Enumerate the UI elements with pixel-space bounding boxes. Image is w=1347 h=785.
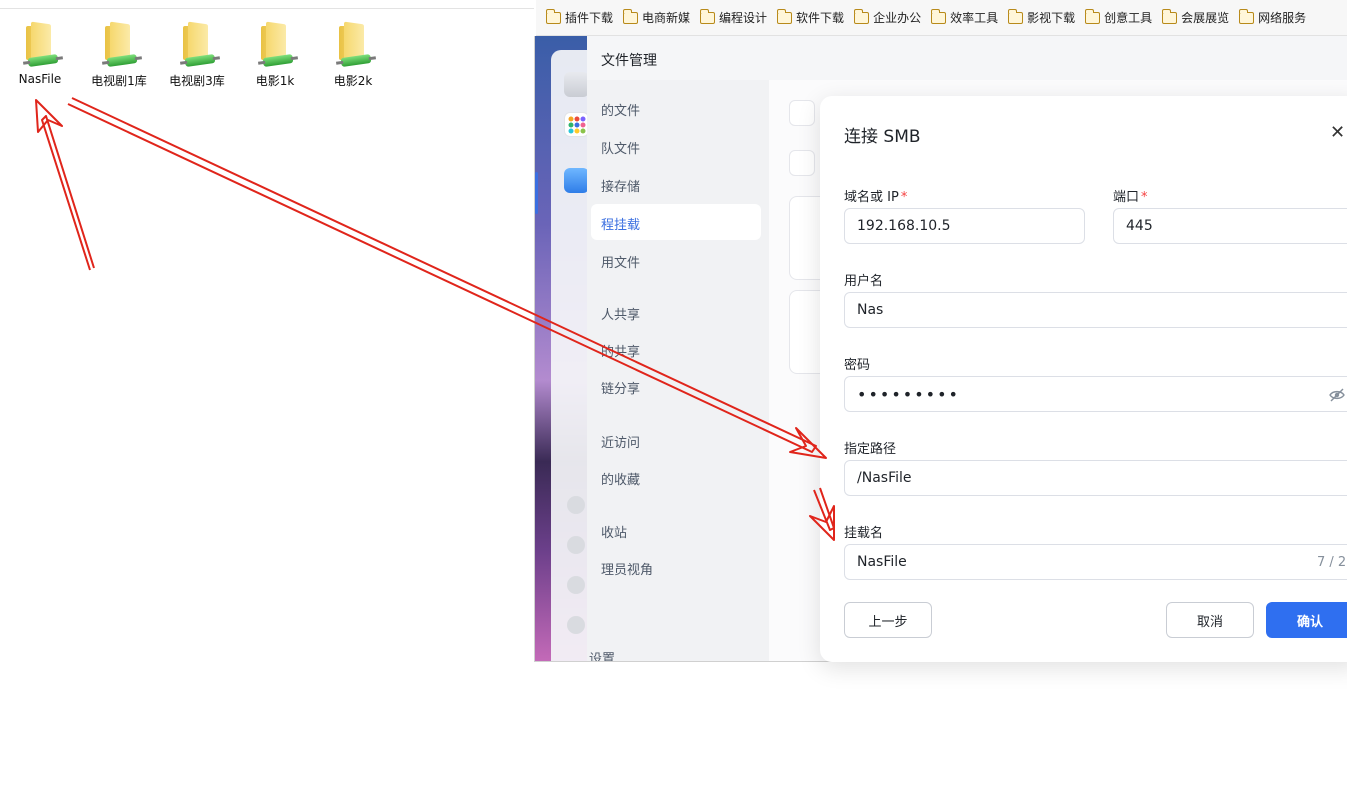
sidebar-item-my-files[interactable]: 的文件 [601, 100, 640, 119]
close-icon[interactable]: ✕ [1330, 122, 1345, 143]
network-drive-movie2k[interactable]: 电影2k [320, 20, 386, 89]
confirm-button[interactable]: 确认 [1266, 602, 1347, 638]
new-folder-button[interactable] [789, 150, 815, 176]
network-drive-tv3[interactable]: 电视剧3库 [164, 20, 230, 89]
host-input[interactable]: 192.168.10.5 [844, 208, 1085, 244]
monitor-icon[interactable] [564, 72, 589, 97]
char-counter: 7 / 255 [1317, 555, 1347, 570]
file-manager-icon[interactable] [564, 168, 589, 193]
sidebar-item-shared-with-me[interactable]: 人共享 [601, 304, 640, 323]
sidebar-item-my-shares[interactable]: 的共享 [601, 341, 640, 360]
bookmark-folder[interactable]: 电商新媒 [622, 8, 690, 26]
port-input[interactable]: 445 [1113, 208, 1347, 244]
back-button[interactable] [789, 100, 815, 126]
sidebar-item-recycle-bin[interactable]: 收站 [601, 522, 627, 541]
prev-step-button[interactable]: 上一步 [844, 602, 932, 638]
sidebar-item-team-files[interactable]: 队文件 [601, 138, 640, 157]
sidebar-item-favorites[interactable]: 的收藏 [601, 469, 640, 488]
network-drive-icon [99, 20, 139, 68]
folder-icon [699, 8, 716, 24]
bookmark-folder[interactable]: 软件下载 [776, 8, 844, 26]
username-input[interactable]: Nas [844, 292, 1347, 328]
drive-label: 电影2k [333, 74, 373, 88]
network-drive-icon [255, 20, 295, 68]
password-input[interactable]: ••••••••• [844, 376, 1347, 412]
folder-icon [545, 8, 561, 24]
folder-icon [1084, 8, 1101, 24]
bookmark-folder[interactable]: 创意工具 [1084, 8, 1152, 26]
sidebar-item-link-shares[interactable]: 链分享 [601, 378, 640, 397]
help-icon[interactable] [567, 496, 585, 514]
folder-icon [930, 8, 947, 24]
bookmark-folder[interactable]: 插件下载 [545, 8, 613, 26]
mount-name-label: 挂载名 [844, 526, 884, 541]
app-center-icon[interactable] [564, 112, 589, 137]
bookmark-folder[interactable]: 编程设计 [699, 8, 767, 26]
sidebar-item-common-files[interactable]: 用文件 [601, 252, 640, 271]
password-label: 密码 [844, 358, 871, 373]
folder-icon [622, 8, 639, 24]
bell-icon[interactable] [567, 536, 585, 554]
annotation-arrow-up [35, 99, 95, 271]
dock-active-indicator [535, 172, 538, 214]
path-label: 指定路径 [844, 442, 897, 457]
folder-icon [776, 8, 793, 24]
cancel-button[interactable]: 取消 [1166, 602, 1254, 638]
window-title: 文件管理 [601, 53, 657, 69]
bookmark-folder[interactable]: 企业办公 [853, 8, 921, 26]
folder-icon [1007, 8, 1024, 24]
host-label: 域名或 IP * [844, 190, 908, 205]
bookmark-folder[interactable]: 影视下载 [1007, 8, 1075, 26]
port-label: 端口 * [1113, 190, 1148, 205]
mount-name-value: NasFile [857, 554, 907, 570]
sidebar-item-admin-view[interactable]: 理员视角 [601, 559, 653, 578]
bookmark-folder[interactable]: 网络服务 [1238, 8, 1306, 26]
drive-label: 电视剧1库 [91, 74, 147, 88]
desktop-top-divider [0, 8, 534, 9]
network-drive-nasfile[interactable]: NasFile [7, 20, 73, 86]
drive-label: NasFile [18, 72, 62, 86]
network-drive-movie1k[interactable]: 电影1k [242, 20, 308, 89]
username-label: 用户名 [844, 274, 884, 289]
sidebar-item-settings[interactable]: 设置 [589, 648, 615, 661]
network-drive-tv1[interactable]: 电视剧1库 [86, 20, 152, 89]
sidebar-item-recent[interactable]: 近访问 [601, 432, 640, 451]
eye-off-icon[interactable] [1329, 387, 1345, 403]
mount-name-input[interactable]: NasFile 7 / 255 [844, 544, 1347, 580]
folder-icon [1161, 8, 1178, 24]
drive-label: 电视剧3库 [169, 74, 225, 88]
password-value: ••••••••• [857, 384, 960, 404]
dialog-title: 连接 SMB [844, 127, 921, 147]
sidebar-item-external-storage[interactable]: 接存储 [601, 176, 640, 195]
folder-icon [1238, 8, 1255, 24]
connect-smb-dialog: 连接 SMB ✕ 域名或 IP * 192.168.10.5 端口 * 445 用户… [820, 96, 1347, 662]
bookmark-folder[interactable]: 效率工具 [930, 8, 998, 26]
network-drive-icon [177, 20, 217, 68]
bookmarks-bar: 插件下载 电商新媒 编程设计 软件下载 企业办公 效率工具 影视下载 创意工具 … [536, 0, 1347, 36]
drive-label: 电影1k [255, 74, 295, 88]
gear-icon[interactable] [567, 616, 585, 634]
bookmark-folder[interactable]: 会展展览 [1161, 8, 1229, 26]
folder-icon [853, 8, 870, 24]
file-manager-sidebar: 的文件 队文件 接存储 程挂载 用文件 人共享 的共享 链分享 近访问 的收藏 … [587, 80, 769, 661]
user-icon[interactable] [567, 576, 585, 594]
network-drive-icon [333, 20, 373, 68]
path-input[interactable]: /NasFile [844, 460, 1347, 496]
network-drive-icon [20, 20, 60, 68]
sidebar-item-remote-mount[interactable]: 程挂载 [601, 214, 640, 233]
